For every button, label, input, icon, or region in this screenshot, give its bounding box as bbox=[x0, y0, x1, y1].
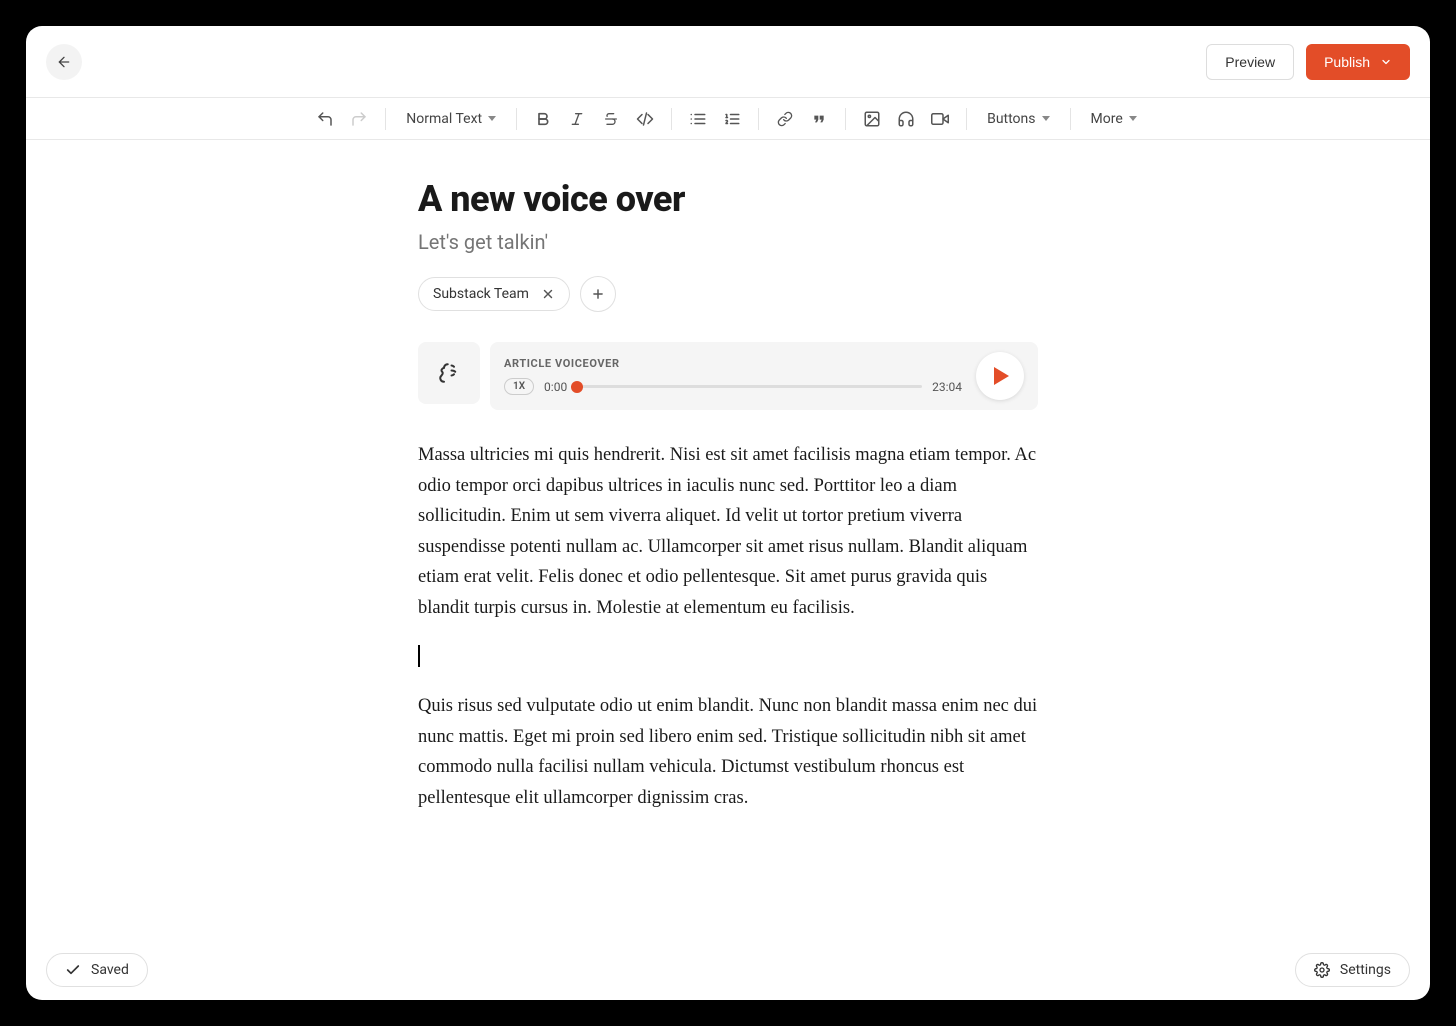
play-button[interactable] bbox=[976, 352, 1024, 400]
top-bar: Preview Publish bbox=[26, 26, 1430, 98]
bold-icon bbox=[535, 111, 551, 127]
italic-icon bbox=[569, 111, 585, 127]
back-button[interactable] bbox=[46, 44, 82, 80]
italic-button[interactable] bbox=[565, 107, 589, 131]
paragraph[interactable]: Massa ultricies mi quis hendrerit. Nisi … bbox=[418, 440, 1038, 623]
numbered-list-button[interactable] bbox=[720, 107, 744, 131]
bullet-list-button[interactable] bbox=[686, 107, 710, 131]
strikethrough-button[interactable] bbox=[599, 107, 623, 131]
undo-icon bbox=[316, 110, 334, 128]
playback-speed-button[interactable]: 1X bbox=[504, 378, 534, 395]
bottom-bar: Saved Settings bbox=[26, 940, 1430, 1000]
more-label: More bbox=[1091, 111, 1123, 127]
voiceover-block: ARTICLE VOICEOVER 1X 0:00 23:04 bbox=[418, 342, 1038, 410]
arrow-left-icon bbox=[56, 54, 72, 70]
video-button[interactable] bbox=[928, 107, 952, 131]
text-style-label: Normal Text bbox=[406, 111, 482, 127]
plus-icon bbox=[591, 287, 605, 301]
image-icon bbox=[863, 110, 881, 128]
voiceover-thumbnail bbox=[418, 342, 480, 404]
audio-progress-track[interactable] bbox=[577, 385, 922, 388]
publish-button[interactable]: Publish bbox=[1306, 44, 1410, 80]
caret-down-icon bbox=[488, 116, 496, 121]
editor-column: A new voice over Let's get talkin' Subst… bbox=[418, 178, 1038, 813]
audio-button[interactable] bbox=[894, 107, 918, 131]
quote-icon bbox=[811, 111, 827, 127]
save-status[interactable]: Saved bbox=[46, 953, 148, 987]
editor-window: Preview Publish Normal Text bbox=[26, 26, 1430, 1000]
publish-label: Publish bbox=[1324, 54, 1370, 70]
preview-label: Preview bbox=[1225, 54, 1275, 70]
text-cursor bbox=[418, 645, 420, 667]
chevron-down-icon bbox=[1380, 56, 1392, 68]
author-tag[interactable]: Substack Team bbox=[418, 277, 570, 311]
voice-icon bbox=[434, 358, 464, 388]
author-tag-label: Substack Team bbox=[433, 286, 529, 302]
check-icon bbox=[65, 962, 81, 978]
redo-button[interactable] bbox=[347, 107, 371, 131]
gear-icon bbox=[1314, 962, 1330, 978]
paragraph[interactable]: Quis risus sed vulputate odio ut enim bl… bbox=[418, 691, 1038, 813]
settings-label: Settings bbox=[1340, 962, 1391, 978]
preview-button[interactable]: Preview bbox=[1206, 44, 1294, 80]
post-body[interactable]: Massa ultricies mi quis hendrerit. Nisi … bbox=[418, 440, 1038, 813]
headphones-icon bbox=[897, 110, 915, 128]
remove-tag-button[interactable] bbox=[541, 287, 555, 301]
bullet-list-icon bbox=[689, 110, 707, 128]
numbered-list-icon bbox=[723, 110, 741, 128]
quote-button[interactable] bbox=[807, 107, 831, 131]
text-style-dropdown[interactable]: Normal Text bbox=[400, 111, 502, 127]
top-actions: Preview Publish bbox=[1206, 44, 1410, 80]
caret-down-icon bbox=[1129, 116, 1137, 121]
content-area[interactable]: A new voice over Let's get talkin' Subst… bbox=[26, 140, 1430, 1000]
formatting-toolbar: Normal Text Butto bbox=[26, 98, 1430, 140]
add-tag-button[interactable] bbox=[580, 276, 616, 312]
caret-down-icon bbox=[1042, 116, 1050, 121]
buttons-dropdown[interactable]: Buttons bbox=[981, 111, 1055, 127]
author-tags-row: Substack Team bbox=[418, 276, 1038, 312]
more-dropdown[interactable]: More bbox=[1085, 111, 1143, 127]
undo-button[interactable] bbox=[313, 107, 337, 131]
post-subtitle[interactable]: Let's get talkin' bbox=[418, 230, 1038, 254]
buttons-label: Buttons bbox=[987, 111, 1035, 127]
code-icon bbox=[636, 110, 654, 128]
image-button[interactable] bbox=[860, 107, 884, 131]
voiceover-panel: ARTICLE VOICEOVER 1X 0:00 23:04 bbox=[490, 342, 1038, 410]
redo-icon bbox=[350, 110, 368, 128]
voiceover-label: ARTICLE VOICEOVER bbox=[504, 357, 962, 370]
bold-button[interactable] bbox=[531, 107, 555, 131]
audio-progress-handle[interactable] bbox=[571, 381, 583, 393]
code-button[interactable] bbox=[633, 107, 657, 131]
total-time: 23:04 bbox=[932, 380, 962, 394]
current-time: 0:00 bbox=[544, 380, 567, 394]
play-icon bbox=[994, 367, 1009, 385]
strikethrough-icon bbox=[603, 111, 619, 127]
link-button[interactable] bbox=[773, 107, 797, 131]
video-icon bbox=[931, 110, 949, 128]
link-icon bbox=[777, 111, 793, 127]
save-status-label: Saved bbox=[91, 962, 129, 978]
close-icon bbox=[541, 287, 555, 301]
settings-button[interactable]: Settings bbox=[1295, 953, 1410, 987]
post-title[interactable]: A new voice over bbox=[418, 178, 1038, 220]
